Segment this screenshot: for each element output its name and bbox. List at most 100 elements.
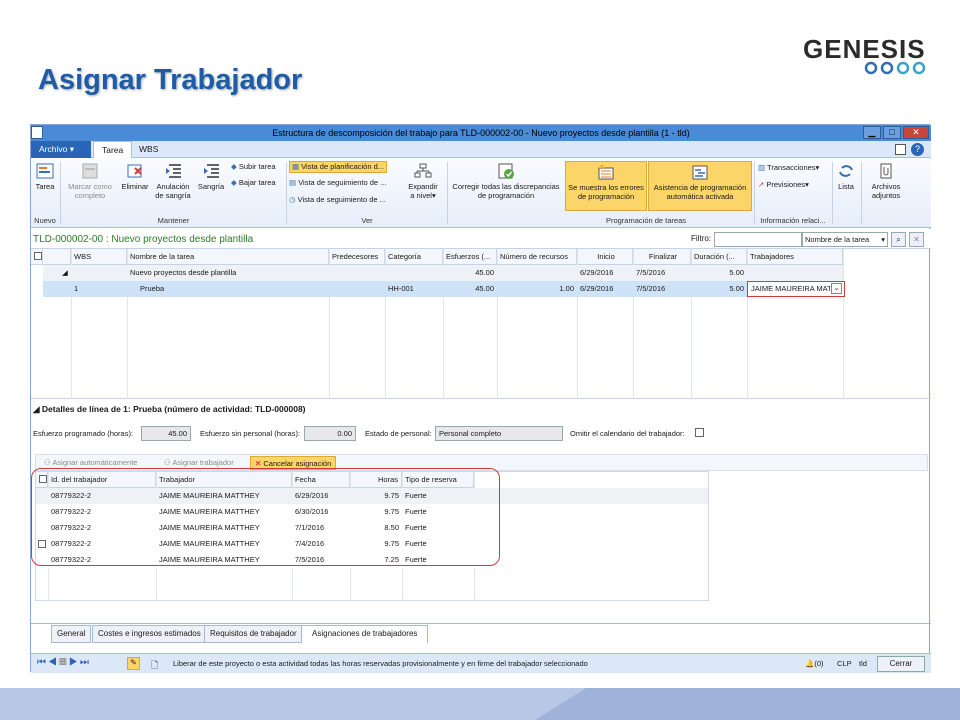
group-ver-label: Ver (361, 216, 373, 225)
select-all-checkbox[interactable] (31, 249, 43, 265)
indent-button[interactable]: Sangría (195, 162, 227, 191)
filter-field-select[interactable]: Nombre de la tarea ▾ (802, 232, 888, 247)
tab-costs[interactable]: Costes e ingresos estimados (92, 625, 207, 643)
down-arrow-icon: ◆ (231, 178, 237, 187)
scheduled-effort-field[interactable]: 45.00 (141, 426, 191, 441)
show-errors-button[interactable]: Se muestra los errores de programación (565, 161, 647, 211)
record-navigation[interactable]: ⏮◀▦▶⏭ (37, 657, 91, 668)
auto-assign-button[interactable]: ⚇ Asignar automáticamente (44, 458, 137, 468)
cell-task-name: Nuevo proyectos desde plantilla (130, 268, 237, 277)
tab-worker-assignments[interactable]: Asignaciones de trabajadores (301, 625, 429, 643)
assign-worker-button[interactable]: ⚇ Asignar trabajador (164, 458, 234, 468)
col-wbs[interactable]: WBS (71, 249, 127, 265)
archivo-menu[interactable]: Archivo ▾ (31, 141, 91, 158)
group-mantener-label: Mantener (157, 216, 190, 225)
document-icon[interactable]: 🗋 (151, 658, 158, 674)
cell-effort: 45.00 (475, 268, 494, 277)
col-category[interactable]: Categoría (385, 249, 443, 265)
view-icon: ▦ (292, 162, 300, 171)
user-indicator[interactable]: tld (859, 659, 867, 668)
tab-worker-requirements[interactable]: Requisitos de trabajador (204, 625, 303, 643)
tab-wbs[interactable]: WBS (131, 141, 166, 158)
app-window: Estructura de descomposición del trabajo… (30, 124, 931, 674)
maximize-button[interactable]: □ (883, 126, 901, 139)
task-icon (36, 163, 54, 179)
chevron-down-icon[interactable]: ⌄ (831, 283, 842, 294)
list-button[interactable]: Lista (834, 162, 858, 191)
clock-icon: ◷ (289, 195, 296, 204)
col-end[interactable]: Finalizar (633, 249, 691, 265)
search-icon[interactable]: ⌕ (891, 232, 906, 247)
new-task-button[interactable]: Tarea (33, 162, 57, 191)
col-resources[interactable]: Número de recursos (497, 249, 577, 265)
forecasts-button[interactable]: ↗ Previsiones▾ (758, 180, 809, 190)
company-indicator[interactable]: CLP (837, 659, 852, 668)
col-task-name[interactable]: Nombre de la tarea (127, 249, 329, 265)
clear-filter-icon[interactable]: ✕ (909, 232, 924, 247)
auto-scheduling-button[interactable]: Asistencia de programación automática act… (648, 161, 752, 211)
col-duration[interactable]: Duración (... (691, 249, 747, 265)
window-titlebar: Estructura de descomposición del trabajo… (31, 125, 931, 141)
tracking-view-button-1[interactable]: ▤ Vista de seguimiento de ... (289, 178, 386, 188)
ribbon: Tarea Nuevo Marcar como completo Eliminar… (31, 158, 931, 228)
slide-title: Asignar Trabajador (38, 64, 303, 96)
close-form-button[interactable]: Cerrar (877, 656, 925, 672)
cell-duration: 5.00 (729, 268, 744, 277)
scheduled-effort-label: Esfuerzo programado (horas): (33, 429, 134, 438)
auto-schedule-icon (692, 165, 708, 180)
cell-category: HH-001 (388, 284, 414, 293)
unstaffed-effort-label: Esfuerzo sin personal (horas): (200, 429, 301, 438)
tab-tarea[interactable]: Tarea (93, 141, 133, 158)
last-record-icon: ⏭ (79, 657, 91, 668)
tracking-view-button-2[interactable]: ◷ Vista de seguimiento de ... (289, 195, 386, 205)
unstaffed-effort-field[interactable]: 0.00 (304, 426, 356, 441)
move-down-task-button[interactable]: ◆ Bajar tarea (231, 178, 276, 188)
cell-start: 6/29/2016 (580, 268, 614, 277)
indent-icon (204, 164, 219, 178)
window-title: Estructura de descomposición del trabajo… (272, 128, 690, 138)
help-icon[interactable]: ? (911, 143, 924, 156)
form-header: TLD-000002-00 : Nuevo proyectos desde pl… (31, 229, 931, 249)
group-nuevo-label: Nuevo (34, 216, 56, 225)
group-info-label: Información relaci... (760, 216, 826, 225)
delete-button[interactable]: Eliminar (119, 162, 151, 191)
details-section-title[interactable]: ◢ Detalles de línea de 1: Prueba (número… (33, 404, 306, 415)
cancel-icon: ✕ (255, 459, 262, 468)
filter-label: Filtro: (691, 234, 711, 243)
staffing-status-field[interactable]: Personal completo (435, 426, 563, 441)
attachment-icon (880, 163, 892, 179)
mark-complete-button[interactable]: Marcar como completo (63, 162, 117, 200)
transactions-button[interactable]: ▥ Transacciones▾ (758, 163, 819, 173)
cell-effort: 45.00 (475, 284, 494, 293)
minimize-button[interactable]: ▁ (863, 126, 881, 139)
outdent-button[interactable]: Anulación de sangría (153, 162, 193, 200)
expand-level-button[interactable]: Expandir a nivel▾ (403, 162, 443, 200)
alerts-indicator[interactable]: 🔔(0) (805, 659, 824, 668)
prev-record-icon: ◀ (48, 657, 59, 668)
close-window-button[interactable]: ✕ (903, 126, 929, 139)
bell-icon: 🔔 (805, 659, 815, 668)
collapse-icon[interactable]: ◢ (59, 265, 71, 281)
refresh-icon (839, 165, 853, 177)
col-workers[interactable]: Trabajadores (747, 249, 843, 265)
planning-view-button[interactable]: ▦ Vista de planificación d... (289, 161, 388, 173)
grid-icon: ▦ (58, 657, 69, 668)
skip-calendar-checkbox[interactable] (695, 428, 704, 437)
col-effort[interactable]: Esfuerzos (... (443, 249, 497, 265)
tab-general[interactable]: General (51, 625, 92, 643)
col-predecessors[interactable]: Predecesores (329, 249, 385, 265)
edit-icon[interactable]: ✎ (127, 657, 140, 670)
transactions-icon: ▥ (758, 163, 766, 172)
attachments-button[interactable]: Archivos adjuntos (865, 162, 907, 200)
move-up-task-button[interactable]: ◆ Subir tarea (231, 162, 276, 172)
layout-icon[interactable] (895, 144, 906, 155)
filter-input[interactable] (714, 232, 802, 247)
col-start[interactable]: Inicio (577, 249, 633, 265)
workers-select[interactable]: JAIME MAUREIRA MATT ⌄ (747, 281, 845, 297)
fix-discrepancies-button[interactable]: Corregir todas las discrepancias de progr… (449, 162, 563, 200)
cell-start: 6/29/2016 (580, 284, 614, 293)
ribbon-tabs: Archivo ▾ Tarea WBS ? (31, 141, 931, 158)
form-title: TLD-000002-00 : Nuevo proyectos desde pl… (33, 234, 254, 245)
wbs-grid: WBS Nombre de la tarea Predecesores Cate… (31, 249, 931, 399)
collapse-icon: ◢ (33, 404, 40, 414)
